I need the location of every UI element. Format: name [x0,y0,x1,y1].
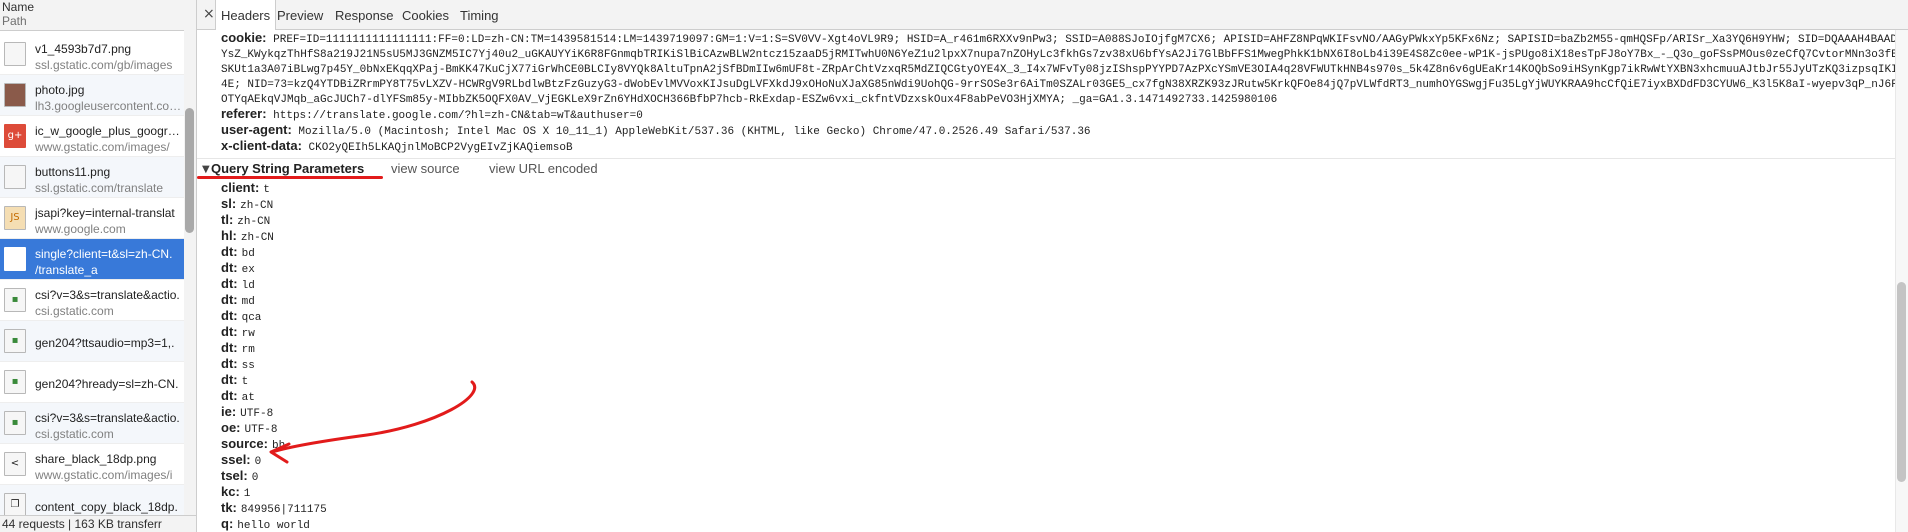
broken-image-icon: ▪ [4,370,26,394]
request-row[interactable]: ▪ csi?v=3&s=translate&actio. csi.gstatic.c… [0,403,184,444]
request-list-scrollbar[interactable] [184,30,196,515]
request-name: buttons11.png [35,165,111,179]
path-column-header[interactable]: Path [2,14,27,28]
request-row[interactable]: g+ ic_w_google_plus_googred. www.gstatic.c… [0,116,184,157]
request-list-scroll-thumb[interactable] [185,108,194,233]
request-path: ssl.gstatic.com/gb/images [35,58,173,72]
js-file-icon: JS [4,206,26,230]
request-name: gen204?hready=sl=zh-CN. [35,377,179,391]
request-row[interactable]: ▪ gen204?ttsaudio=mp3=1,. [0,321,184,362]
google-plus-icon: g+ [4,124,26,148]
share-icon: < [4,452,26,476]
document-icon [4,247,26,271]
request-row[interactable]: JS jsapi?key=internal-translat www.google.… [0,198,184,239]
name-column-header[interactable]: Name [2,0,34,14]
request-path: lh3.googleusercontent.com/ [35,99,182,113]
request-row[interactable]: < share_black_18dp.png www.gstatic.com/ima… [0,444,184,485]
request-name: ic_w_google_plus_googred. [35,124,182,138]
request-path: www.gstatic.com/images/i [35,468,173,482]
request-path: www.gstatic.com/images/ [35,140,170,154]
request-name: share_black_18dp.png [35,452,157,466]
request-details-panel: × Headers Preview Response Cookies Timin… [197,0,1908,532]
request-name: v1_4593b7d7.png [35,42,132,56]
red-arrow-annotation [269,380,476,464]
request-row[interactable]: ▪ csi?v=3&s=translate&actio. csi.gstatic.c… [0,280,184,321]
request-row[interactable]: single?client=t&sl=zh-CN. /translate_a [0,239,184,280]
request-row[interactable]: photo.jpg lh3.googleusercontent.com/ [0,75,184,116]
request-path: ssl.gstatic.com/translate [35,181,164,195]
request-list-panel: Name Path v1_4593b7d7.png ssl.gstatic.com… [0,0,197,532]
request-path: www.google.com [35,222,126,236]
request-name: single?client=t&sl=zh-CN. [35,247,173,261]
request-path: csi.gstatic.com [35,304,114,318]
photo-thumbnail-icon [4,83,26,107]
image-file-icon [4,165,26,189]
broken-image-icon: ▪ [4,288,26,312]
image-file-icon [4,42,26,66]
request-row[interactable]: buttons11.png ssl.gstatic.com/translate [0,157,184,198]
request-row[interactable]: v1_4593b7d7.png ssl.gstatic.com/gb/images [0,34,184,75]
request-list-header: Name Path [0,0,196,31]
broken-image-icon: ▪ [4,411,26,435]
copy-icon: ❐ [4,493,26,517]
request-name: content_copy_black_18dp. [35,500,178,514]
request-rows: v1_4593b7d7.png ssl.gstatic.com/gb/images… [0,34,184,526]
request-name: gen204?ttsaudio=mp3=1,. [35,336,175,350]
request-name: csi?v=3&s=translate&actio. [35,288,180,302]
broken-image-icon: ▪ [4,329,26,353]
request-name: csi?v=3&s=translate&actio. [35,411,180,425]
request-path: /translate_a [35,263,98,277]
request-path: csi.gstatic.com [35,427,114,441]
request-row[interactable]: ▪ gen204?hready=sl=zh-CN. [0,362,184,403]
network-summary-status: 44 requests | 163 KB transferr [0,515,196,532]
request-name: jsapi?key=internal-translat [35,206,175,220]
request-name: photo.jpg [35,83,85,97]
